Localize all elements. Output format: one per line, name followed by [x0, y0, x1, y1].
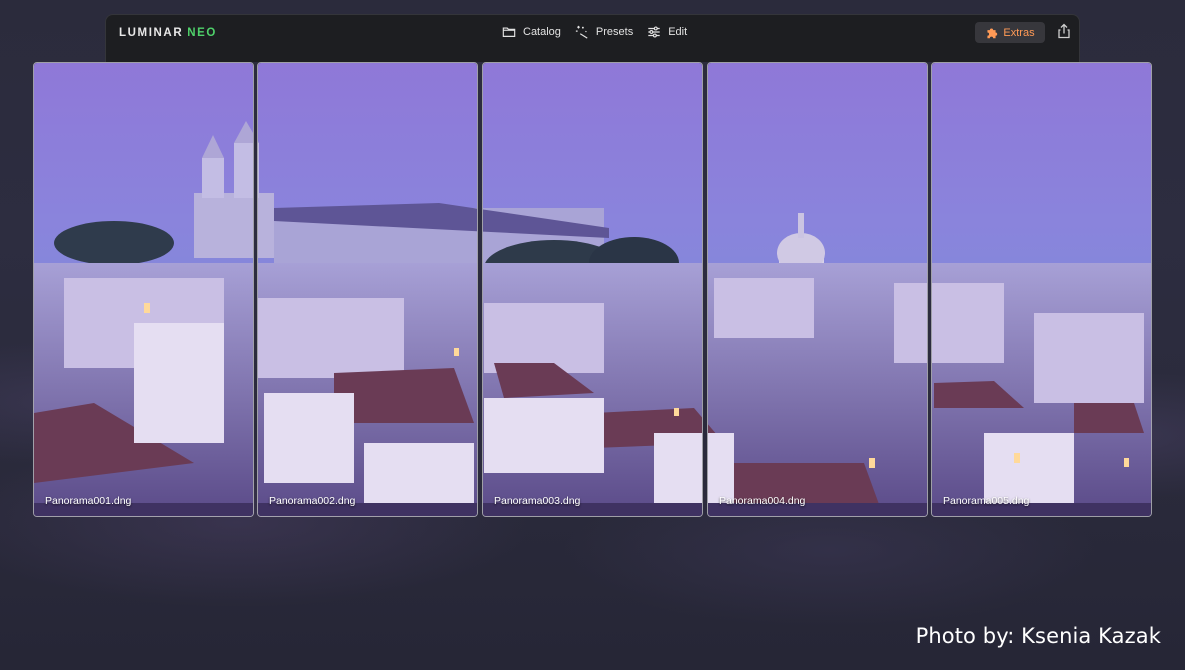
- panorama-tile[interactable]: Panorama001.dng: [33, 62, 254, 517]
- puzzle-icon: [987, 28, 998, 39]
- panorama-tile[interactable]: Panorama002.dng: [257, 62, 478, 517]
- nav-edit[interactable]: Edit: [647, 25, 687, 39]
- nav-catalog[interactable]: Catalog: [502, 25, 561, 39]
- extras-label: Extras: [1003, 26, 1035, 39]
- logo-primary: LUMINAR: [119, 27, 184, 39]
- file-name: Panorama002.dng: [269, 495, 356, 507]
- extras-button[interactable]: Extras: [975, 22, 1045, 43]
- nav-edit-label: Edit: [668, 26, 688, 38]
- nav-presets[interactable]: Presets: [575, 25, 633, 39]
- magic-wand-icon: [575, 25, 588, 39]
- panorama-strip: Panorama001.dng Panorama002.dng Panorama…: [33, 62, 1153, 517]
- panorama-tile[interactable]: Panorama005.dng: [931, 62, 1152, 517]
- nav-catalog-label: Catalog: [523, 26, 561, 38]
- sliders-icon: [648, 26, 660, 38]
- main-nav: Catalog Presets Edit: [502, 25, 687, 39]
- file-name: Panorama004.dng: [719, 495, 806, 507]
- panorama-photo: [257, 63, 478, 517]
- file-name: Panorama005.dng: [943, 495, 1030, 507]
- panorama-tile[interactable]: Panorama003.dng: [482, 62, 703, 517]
- panorama-photo: [931, 63, 1152, 517]
- share-icon[interactable]: [1056, 23, 1072, 39]
- folder-icon: [502, 27, 516, 37]
- app-logo: LUMINAR NEO: [119, 27, 217, 39]
- panorama-photo: [482, 63, 703, 517]
- panorama-photo: [34, 63, 254, 517]
- panorama-photo: [707, 63, 928, 517]
- file-name: Panorama003.dng: [494, 495, 581, 507]
- nav-presets-label: Presets: [595, 26, 634, 38]
- file-name: Panorama001.dng: [45, 495, 132, 507]
- panorama-tile[interactable]: Panorama004.dng: [707, 62, 928, 517]
- photo-credit: Photo by: Ksenia Kazak: [915, 624, 1161, 648]
- logo-accent: NEO: [187, 27, 217, 39]
- app-toolbar: LUMINAR NEO Catalog Presets Edit Extras: [105, 14, 1080, 62]
